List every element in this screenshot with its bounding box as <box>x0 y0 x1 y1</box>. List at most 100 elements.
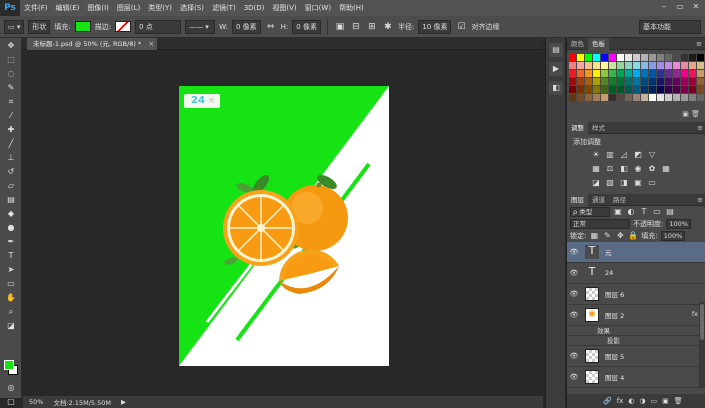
tool-preset-picker[interactable]: ▭ ▾ <box>4 19 25 34</box>
close-tab-icon[interactable]: × <box>148 38 154 50</box>
swatch-cell[interactable] <box>585 62 592 69</box>
swatch-cell[interactable] <box>585 86 592 93</box>
fill-field[interactable]: 100% <box>660 231 686 241</box>
swatch-cell[interactable] <box>689 78 696 85</box>
swatch-cell[interactable] <box>609 78 616 85</box>
swatch-cell[interactable] <box>617 70 624 77</box>
delete-swatch-icon[interactable]: 🗑 <box>691 110 700 118</box>
history-panel-icon[interactable]: ▤ <box>549 43 563 57</box>
eraser-tool-icon[interactable]: ▱ <box>3 180 19 192</box>
swatch-cell[interactable] <box>665 70 672 77</box>
swatch-cell[interactable] <box>665 62 672 69</box>
menu-item-8[interactable]: 视图(V) <box>268 0 300 16</box>
blend-mode-select[interactable]: 正常 <box>570 219 630 229</box>
swatch-cell[interactable] <box>633 94 640 101</box>
swatch-cell[interactable] <box>593 94 600 101</box>
radius-field[interactable]: 10 像素 <box>418 19 452 34</box>
threshold-icon[interactable]: ◨ <box>619 178 629 188</box>
swatch-cell[interactable] <box>697 78 704 85</box>
swatch-cell[interactable] <box>633 62 640 69</box>
swatch-cell[interactable] <box>673 78 680 85</box>
hand-tool-icon[interactable]: ✋ <box>3 292 19 304</box>
lasso-tool-icon[interactable]: ◌ <box>3 68 19 80</box>
swatch-cell[interactable] <box>649 86 656 93</box>
vibrance-icon[interactable]: ▽ <box>647 150 657 160</box>
swatch-cell[interactable] <box>681 94 688 101</box>
layer-name[interactable]: 图层 2 <box>605 310 624 320</box>
hue-saturation-icon[interactable]: ▦ <box>591 164 601 174</box>
menu-item-3[interactable]: 图层(L) <box>113 0 144 16</box>
swatch-cell[interactable] <box>681 86 688 93</box>
swatch-cell[interactable] <box>569 78 576 85</box>
layer-action-5-icon[interactable]: ▣ <box>662 397 669 405</box>
path-arrangement-icon[interactable]: ⊞ <box>366 21 378 33</box>
tab-styles[interactable]: 样式 <box>588 122 609 134</box>
tab-color[interactable]: 颜色 <box>567 38 588 50</box>
foreground-color-swatch[interactable] <box>4 360 14 370</box>
swatch-cell[interactable] <box>625 78 632 85</box>
swatch-cell[interactable] <box>665 94 672 101</box>
filter-shape-icon[interactable]: ▭ <box>652 207 662 217</box>
swatch-cell[interactable] <box>697 62 704 69</box>
swatch-cell[interactable] <box>665 54 672 61</box>
zoom-level[interactable]: 50% <box>29 398 43 406</box>
layer-action-6-icon[interactable]: 🗑 <box>674 397 683 405</box>
swatch-cell[interactable] <box>633 78 640 85</box>
layer-row[interactable]: 👁 T 元 <box>567 242 705 263</box>
swatch-cell[interactable] <box>689 86 696 93</box>
swatch-cell[interactable] <box>673 62 680 69</box>
panel-menu-icon[interactable]: ≡ <box>696 38 702 50</box>
menu-item-10[interactable]: 帮助(H) <box>335 0 368 16</box>
swatch-cell[interactable] <box>609 62 616 69</box>
quick-select-tool-icon[interactable]: ✎ <box>3 82 19 94</box>
swatch-cell[interactable] <box>633 70 640 77</box>
history-brush-tool-icon[interactable]: ↺ <box>3 166 19 178</box>
swatch-cell[interactable] <box>657 62 664 69</box>
menu-item-7[interactable]: 3D(D) <box>240 0 269 16</box>
panel-menu-icon[interactable]: ≡ <box>697 194 703 206</box>
gradient-tool-icon[interactable]: ▤ <box>3 194 19 206</box>
eyedropper-tool-icon[interactable]: ⁄ <box>3 110 19 122</box>
swatch-cell[interactable] <box>601 70 608 77</box>
swatch-cell[interactable] <box>569 86 576 93</box>
swatch-cell[interactable] <box>641 86 648 93</box>
swatch-cell[interactable] <box>633 86 640 93</box>
visibility-eye-icon[interactable]: 👁 <box>567 311 581 319</box>
swatch-cell[interactable] <box>697 86 704 93</box>
swatch-cell[interactable] <box>649 62 656 69</box>
levels-icon[interactable]: ▥ <box>605 150 615 160</box>
swatch-cell[interactable] <box>593 86 600 93</box>
curves-icon[interactable]: ◿ <box>619 150 629 160</box>
swatch-cell[interactable] <box>585 70 592 77</box>
menu-item-6[interactable]: 滤镜(T) <box>208 0 240 16</box>
swatch-cell[interactable] <box>593 78 600 85</box>
swatch-cell[interactable] <box>609 94 616 101</box>
swatch-cell[interactable] <box>609 54 616 61</box>
swatch-cell[interactable] <box>689 70 696 77</box>
invert-icon[interactable]: ◪ <box>591 178 601 188</box>
path-operations-icon[interactable]: ▣ <box>334 21 346 33</box>
panel-menu-icon[interactable]: ≡ <box>697 122 703 134</box>
shape-mode-select[interactable]: 形状 <box>28 19 51 34</box>
swatch-cell[interactable] <box>625 62 632 69</box>
align-edges-checkbox[interactable]: ☑ <box>455 21 467 33</box>
marquee-tool-icon[interactable]: ⬚ <box>3 54 19 66</box>
swatch-cell[interactable] <box>681 70 688 77</box>
swatch-cell[interactable] <box>601 62 608 69</box>
blur-tool-icon[interactable]: ◆ <box>3 208 19 220</box>
swatch-cell[interactable] <box>569 94 576 101</box>
swatch-cell[interactable] <box>617 62 624 69</box>
swatch-cell[interactable] <box>617 78 624 85</box>
height-field[interactable]: 0 像素 <box>292 19 321 34</box>
visibility-eye-icon[interactable]: 👁 <box>567 352 581 360</box>
color-balance-icon[interactable]: ⚖ <box>605 164 615 174</box>
swatch-cell[interactable] <box>585 78 592 85</box>
swatch-cell[interactable] <box>673 54 680 61</box>
brush-tool-icon[interactable]: ╱ <box>3 138 19 150</box>
channel-mixer-icon[interactable]: ✿ <box>647 164 657 174</box>
path-selection-tool-icon[interactable]: ➤ <box>3 264 19 276</box>
layer-name[interactable]: 图层 4 <box>605 372 624 382</box>
scrollbar-thumb[interactable] <box>700 304 704 340</box>
close-button[interactable]: ✕ <box>691 2 701 12</box>
swatch-cell[interactable] <box>617 54 624 61</box>
